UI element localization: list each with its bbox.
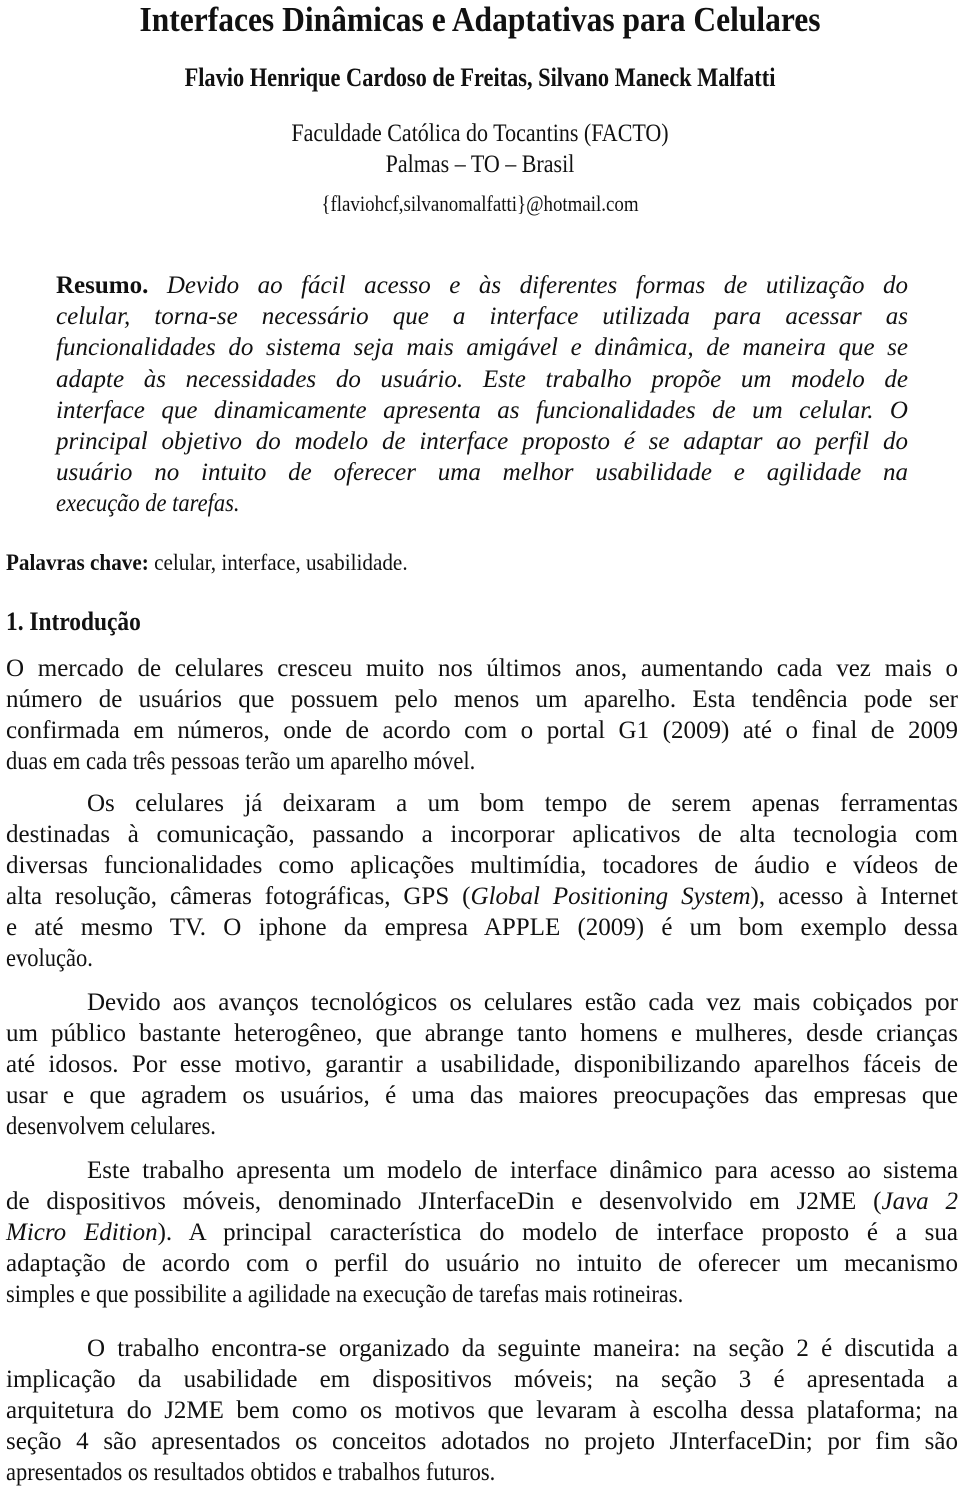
paragraph-line: e até mesmo TV. O iphone da empresa APPL…: [6, 914, 958, 941]
abstract-line: principal objetivo do modelo de interfac…: [56, 427, 908, 455]
paragraph-line: implicação da usabilidade em dispositivo…: [6, 1366, 958, 1393]
italic-term: Java 2: [881, 1188, 958, 1215]
section-heading: 1. Introdução: [6, 607, 141, 636]
paragraph-line: Este trabalho apresenta um modelo de int…: [87, 1157, 958, 1184]
keywords: Palavras chave: celular, interface, usab…: [6, 548, 408, 578]
abstract-line: celular, torna-se necessário que a inter…: [56, 303, 908, 331]
paper-authors: Flavio Henrique Cardoso de Freitas, Silv…: [184, 63, 776, 92]
paragraph-line: alta resolução, câmeras fotográficas, GP…: [6, 883, 959, 910]
paragraph-line: adaptação de acordo com o perfil do usuá…: [6, 1250, 958, 1277]
paragraph-line: simples e que possibilite a agilidade na…: [6, 1281, 684, 1308]
abstract-line: Resumo. Devido ao fácil acesso e às dife…: [56, 272, 908, 299]
paragraph-5: O trabalho encontra-se organizado da seg…: [6, 1333, 958, 1488]
paragraph-line: um público bastante heterogêneo, que abr…: [6, 1020, 958, 1047]
paragraph-3: Devido aos avanços tecnológicos os celul…: [6, 987, 958, 1142]
paragraph-line: número de usuários que possuem pelo meno…: [6, 686, 958, 713]
keywords-label: Palavras chave:: [6, 550, 149, 575]
paragraph-line: destinadas à comunicação, passando a inc…: [6, 821, 958, 848]
paper-title: Interfaces Dinâmicas e Adaptativas para …: [139, 0, 821, 39]
paragraph-line: evolução.: [6, 945, 93, 972]
paragraph-line: seção 4 são apresentados os conceitos ad…: [6, 1428, 958, 1455]
paragraph-line: desenvolvem celulares.: [6, 1113, 216, 1140]
paragraph-4: Este trabalho apresenta um modelo de int…: [6, 1155, 958, 1310]
paragraph-line: Micro Edition). A principal característi…: [6, 1219, 959, 1246]
paragraph-line: duas em cada três pessoas terão um apare…: [6, 748, 476, 775]
paragraph-line: apresentados os resultados obtidos e tra…: [6, 1459, 496, 1486]
keywords-value: celular, interface, usabilidade.: [148, 550, 408, 575]
abstract-label: Resumo.: [56, 272, 149, 299]
paragraph-line: diversas funcionalidades como aplicações…: [6, 852, 958, 879]
affiliation-institution: Faculdade Católica do Tocantins (FACTO): [291, 120, 669, 147]
paragraph-line: Os celulares já deixaram a um bom tempo …: [87, 790, 958, 817]
affiliation: Faculdade Católica do Tocantins (FACTO) …: [58, 118, 903, 180]
abstract-line: funcionalidades do sistema seja mais ami…: [56, 334, 908, 362]
paragraph-line: arquitetura do J2ME bem como os motivos …: [6, 1397, 958, 1424]
author-email: {flaviohcf,silvanomalfatti}@hotmail.com: [321, 191, 639, 216]
paragraph-line: até idosos. Por esse motivo, garantir a …: [6, 1051, 958, 1078]
paragraph-line: Devido aos avanços tecnológicos os celul…: [87, 989, 958, 1016]
abstract: Resumo. Devido ao fácil acesso e às dife…: [56, 270, 908, 520]
abstract-line: execução de tarefas.: [56, 490, 240, 518]
paragraph-1: O mercado de celulares cresceu muito nos…: [6, 653, 958, 777]
paragraph-line: usar e que agradem os usuários, é uma da…: [6, 1082, 958, 1109]
paragraph-line: O mercado de celulares cresceu muito nos…: [6, 655, 958, 682]
abstract-line: interface que dinamicamente apresenta as…: [56, 396, 908, 424]
italic-term: Global Positioning System: [470, 883, 751, 910]
abstract-line: usuário no intuito de oferecer uma melho…: [56, 459, 908, 487]
abstract-line: adapte às necessidades do usuário. Este …: [56, 365, 908, 393]
paragraph-2: Os celulares já deixaram a um bom tempo …: [6, 788, 958, 974]
paragraph-line: confirmada em números, onde de acordo co…: [6, 717, 958, 744]
paragraph-line: O trabalho encontra-se organizado da seg…: [87, 1335, 958, 1362]
paragraph-line: de dispositivos móveis, denominado JInte…: [6, 1188, 958, 1215]
affiliation-location: Palmas – TO – Brasil: [385, 151, 575, 178]
italic-term: Micro Edition: [6, 1219, 158, 1246]
